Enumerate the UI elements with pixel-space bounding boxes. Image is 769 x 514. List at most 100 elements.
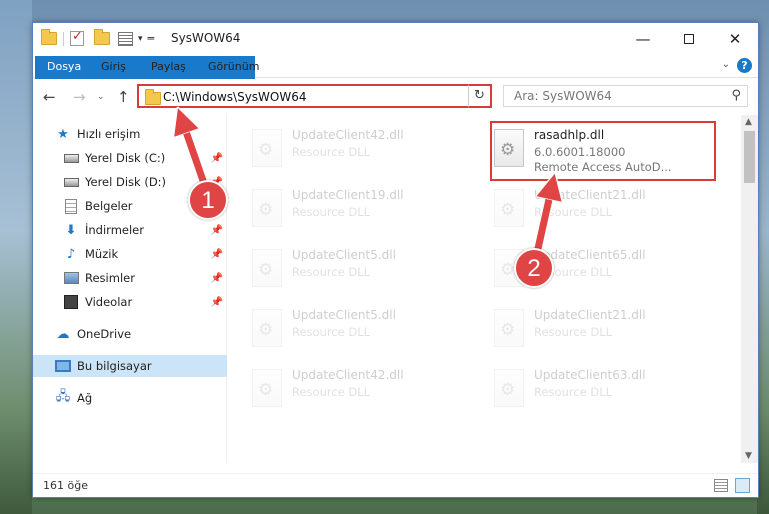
search-input[interactable]: Ara: SysWOW64 — [514, 89, 612, 103]
details-view-icon[interactable] — [714, 479, 728, 492]
tab-home[interactable]: Giriş — [89, 56, 138, 78]
toolbar-divider — [63, 31, 64, 46]
search-icon[interactable]: ⚲ — [731, 88, 741, 103]
dll-file-icon — [494, 369, 524, 407]
close-button[interactable]: ✕ — [712, 23, 758, 54]
sidebar-item-disk-c[interactable]: Yerel Disk (C:) 📌 — [33, 147, 227, 169]
tab-share[interactable]: Paylaş — [139, 56, 198, 78]
properties-check-icon[interactable] — [70, 29, 84, 46]
dll-file-icon — [494, 309, 524, 347]
address-path[interactable]: C:\Windows\SysWOW64 — [163, 90, 307, 104]
sidebar-item-quick-access[interactable]: ★ Hızlı erişim — [33, 123, 227, 145]
scroll-down-icon[interactable]: ▼ — [745, 451, 752, 461]
folder-icon — [41, 29, 57, 45]
music-icon: ♪ — [66, 246, 76, 262]
navigation-pane: ★ Hızlı erişim Yerel Disk (C:) 📌 Yerel D… — [33, 115, 227, 463]
sidebar-item-label: İndirmeler — [85, 223, 144, 237]
videos-icon — [64, 295, 78, 309]
scrollbar-thumb[interactable] — [744, 131, 755, 183]
list-item[interactable]: UpdateClient42.dll Resource DLL — [250, 123, 470, 173]
search-box[interactable]: Ara: SysWOW64 ⚲ — [503, 85, 748, 107]
sidebar-item-label: Müzik — [85, 247, 119, 261]
window-title: SysWOW64 — [171, 31, 241, 45]
expand-ribbon-chevron-icon[interactable]: ⌄ — [722, 59, 730, 70]
navigation-bar: ← → ⌄ ↑ C:\Windows\SysWOW64 ⌄ ↻ Ara: Sys… — [33, 79, 758, 113]
vertical-scrollbar[interactable]: ▲ ▼ — [741, 115, 758, 463]
rename-icon[interactable] — [118, 31, 133, 46]
maximize-icon — [684, 33, 694, 44]
forward-arrow-icon[interactable]: → — [73, 88, 86, 106]
qat-dropdown-icon[interactable]: ═ — [148, 32, 155, 45]
list-item[interactable]: UpdateClient5.dll Resource DLL — [250, 243, 470, 293]
step-2-badge: 2 — [514, 248, 554, 288]
explorer-window: ▾ ═ SysWOW64 — ✕ Dosya Giriş Paylaş Görü… — [32, 22, 759, 498]
sidebar-item-label: Hızlı erişim — [77, 127, 141, 141]
dll-file-icon — [252, 369, 282, 407]
list-item[interactable]: UpdateClient19.dll Resource DLL — [250, 183, 470, 233]
disk-icon — [63, 153, 79, 163]
list-item[interactable]: UpdateClient5.dll Resource DLL — [250, 303, 470, 353]
dll-file-icon — [252, 129, 282, 167]
up-arrow-icon[interactable]: ↑ — [117, 88, 130, 106]
sidebar-item-label: Resimler — [85, 271, 135, 285]
address-bar[interactable]: C:\Windows\SysWOW64 ⌄ — [137, 84, 492, 108]
dll-file-icon — [252, 189, 282, 227]
large-icons-view-icon[interactable] — [735, 478, 750, 493]
file-list: UpdateClient42.dll Resource DLL UpdateCl… — [228, 115, 743, 463]
refresh-icon[interactable]: ↻ — [468, 84, 492, 108]
customize-toolbar-arrow-icon[interactable]: ▾ — [138, 34, 143, 44]
recent-locations-chevron-icon[interactable]: ⌄ — [97, 92, 105, 102]
computer-icon — [55, 360, 71, 372]
maximize-button[interactable] — [666, 23, 712, 54]
minimize-icon: — — [635, 29, 651, 48]
quick-access-toolbar: ▾ ═ — [41, 29, 155, 46]
document-icon — [65, 198, 77, 214]
sidebar-item-onedrive[interactable]: ☁ OneDrive — [33, 323, 227, 345]
scroll-up-icon[interactable]: ▲ — [745, 117, 752, 127]
list-item[interactable]: UpdateClient63.dll Resource DLL — [492, 363, 712, 413]
status-bar: 161 öğe — [33, 473, 758, 497]
sidebar-item-videos[interactable]: Videolar 📌 — [33, 291, 227, 313]
list-item[interactable]: UpdateClient21.dll Resource DLL — [492, 303, 712, 353]
sidebar-item-music[interactable]: ♪ Müzik 📌 — [33, 243, 227, 265]
address-folder-icon — [145, 89, 161, 105]
sidebar-item-downloads[interactable]: ⬇ İndirmeler 📌 — [33, 219, 227, 241]
sidebar-item-label: Videolar — [85, 295, 133, 309]
title-bar: ▾ ═ SysWOW64 — ✕ — [33, 23, 758, 54]
list-item[interactable]: UpdateClient21.dll Resource DLL — [492, 183, 712, 233]
dll-file-icon — [494, 189, 524, 227]
step-1-badge: 1 — [188, 180, 228, 220]
sidebar-item-this-pc[interactable]: Bu bilgisayar — [33, 355, 227, 377]
sidebar-item-pictures[interactable]: Resimler 📌 — [33, 267, 227, 289]
help-icon[interactable]: ? — [737, 58, 752, 73]
close-icon: ✕ — [728, 29, 742, 48]
pin-icon[interactable]: 📌 — [211, 273, 223, 284]
network-icon: 🖧 — [55, 389, 71, 404]
star-icon: ★ — [57, 126, 69, 142]
dll-file-icon — [252, 309, 282, 347]
download-icon: ⬇ — [65, 222, 77, 238]
list-item[interactable]: UpdateClient42.dll Resource DLL — [250, 363, 470, 413]
disk-icon — [63, 177, 79, 187]
tab-view[interactable]: Görünüm — [196, 56, 271, 78]
dll-file-icon — [252, 249, 282, 287]
minimize-button[interactable]: — — [620, 23, 666, 54]
pin-icon[interactable]: 📌 — [211, 297, 223, 308]
highlight-box — [490, 121, 716, 181]
sidebar-item-label: Yerel Disk (C:) — [85, 151, 166, 165]
sidebar-item-label: OneDrive — [77, 327, 132, 341]
desktop-background-left — [0, 0, 32, 514]
new-folder-icon[interactable] — [94, 29, 110, 45]
pin-icon[interactable]: 📌 — [211, 225, 223, 236]
ribbon-tabs: Dosya Giriş Paylaş Görünüm ⌄ ? — [33, 54, 758, 106]
pictures-icon — [63, 272, 79, 284]
cloud-icon: ☁ — [56, 326, 70, 342]
item-count: 161 öğe — [43, 479, 88, 492]
sidebar-item-label: Belgeler — [85, 199, 133, 213]
sidebar-item-label: Yerel Disk (D:) — [85, 175, 167, 189]
back-arrow-icon[interactable]: ← — [43, 88, 56, 106]
pin-icon[interactable]: 📌 — [211, 249, 223, 260]
sidebar-item-label: Bu bilgisayar — [77, 359, 152, 373]
sidebar-item-network[interactable]: 🖧 Ağ — [33, 387, 227, 409]
pin-icon[interactable]: 📌 — [211, 153, 223, 164]
